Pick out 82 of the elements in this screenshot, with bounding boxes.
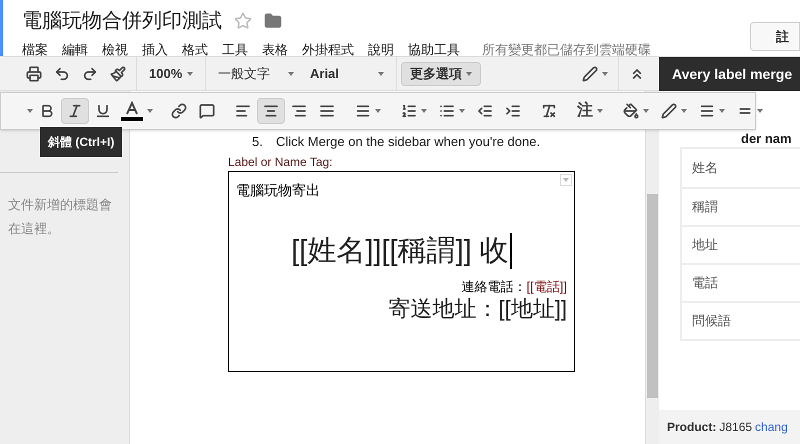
field-row[interactable]: 電話 — [682, 263, 800, 301]
change-link[interactable]: chang — [755, 418, 788, 436]
caret-icon — [602, 72, 608, 76]
undo-icon — [54, 66, 70, 82]
field-row[interactable]: 問候語 — [682, 301, 800, 339]
link-icon — [171, 103, 187, 119]
outline-hint: 在這裡。 — [7, 220, 61, 238]
font-dropdown[interactable]: Arial — [302, 64, 392, 84]
border-weight-icon — [699, 103, 715, 119]
caret-icon — [421, 109, 427, 113]
list-item-text: Click Merge on the sidebar when you're done. — [276, 133, 540, 151]
product-label: Product: — [667, 419, 716, 436]
align-right-icon — [291, 103, 307, 119]
bulleted-list-icon — [439, 103, 455, 119]
menu-item[interactable]: 檢視 — [102, 40, 128, 60]
caret-icon — [27, 109, 33, 113]
sender-text: 電腦玩物寄出 — [236, 180, 320, 200]
align-center-button[interactable] — [257, 98, 285, 124]
caret-icon — [719, 109, 725, 113]
border-color-icon — [661, 103, 677, 119]
menu-item[interactable]: 插入 — [142, 40, 168, 60]
menu-item[interactable]: 說明 — [368, 40, 394, 60]
align-center-icon — [263, 103, 279, 119]
menu-item[interactable]: 檔案 — [22, 40, 48, 60]
label-heading: Label or Name Tag: — [228, 154, 333, 170]
recipient-text: [[姓名]][[稱謂]] 收 — [291, 232, 512, 268]
menu-item[interactable]: 外掛程式 — [302, 40, 354, 60]
text-color-icon — [121, 101, 143, 121]
caret-icon — [187, 72, 193, 76]
redo-icon — [82, 66, 98, 82]
caret-icon — [459, 109, 465, 113]
share-button[interactable]: 註 — [750, 22, 800, 51]
document-title[interactable]: 電腦玩物合併列印測試 — [22, 6, 222, 36]
menu-item[interactable]: 表格 — [262, 40, 288, 60]
caret-icon — [681, 109, 687, 113]
underline-icon — [95, 103, 111, 119]
comment-icon — [199, 103, 215, 119]
caret-icon — [597, 109, 603, 113]
field-row[interactable]: 姓名 — [682, 149, 800, 187]
folder-icon[interactable] — [264, 12, 282, 30]
phone-text: 連絡電話：[[電話]] — [462, 278, 567, 296]
caret-icon — [288, 72, 294, 76]
more-options-button[interactable]: 更多選項 — [401, 62, 481, 86]
paint-format-icon — [110, 66, 126, 82]
align-justify-icon — [319, 103, 335, 119]
clear-formatting-icon — [541, 103, 557, 119]
bold-icon — [39, 103, 55, 119]
numbered-list-icon — [401, 103, 417, 119]
caret-icon — [466, 72, 472, 76]
save-status: 所有變更都已儲存到雲端硬碟 — [482, 41, 651, 59]
tooltip: 斜體 (Ctrl+I) — [40, 127, 122, 157]
align-left-icon — [235, 103, 251, 119]
caret-icon — [757, 109, 763, 113]
menu-item[interactable]: 編輯 — [62, 40, 88, 60]
note-button[interactable]: 注 — [571, 99, 609, 123]
zoom-dropdown[interactable]: 100% — [141, 64, 201, 84]
pen-icon — [582, 66, 598, 82]
caret-icon — [147, 109, 153, 113]
line-spacing-icon — [355, 103, 371, 119]
caret-icon — [375, 109, 381, 113]
outline-hint: 文件新增的標題會 — [7, 196, 113, 214]
field-row[interactable]: 稱謂 — [682, 187, 800, 225]
menu-item[interactable]: 工具 — [222, 40, 248, 60]
style-dropdown[interactable]: 一般文字 — [210, 64, 302, 84]
print-icon — [26, 66, 42, 82]
scrollbar-thumb[interactable] — [647, 194, 658, 398]
field-row[interactable]: 地址 — [682, 225, 800, 263]
increase-indent-icon — [505, 103, 521, 119]
list-number: 5. — [252, 133, 264, 151]
menu-item[interactable]: 協助工具 — [408, 40, 460, 60]
menu-item[interactable]: 格式 — [182, 40, 208, 60]
fill-color-icon — [623, 103, 639, 119]
caret-icon — [643, 109, 649, 113]
caret-icon — [378, 72, 384, 76]
italic-button[interactable] — [61, 98, 89, 124]
decrease-indent-icon — [477, 103, 493, 119]
address-text: 寄送地址：[[地址]] — [388, 296, 567, 322]
sidebar-header: Avery label merge — [659, 57, 800, 91]
product-code: J8165 — [719, 419, 752, 436]
italic-icon — [67, 103, 83, 119]
star-icon[interactable] — [234, 12, 252, 30]
header-names-label: der nam — [741, 131, 792, 146]
